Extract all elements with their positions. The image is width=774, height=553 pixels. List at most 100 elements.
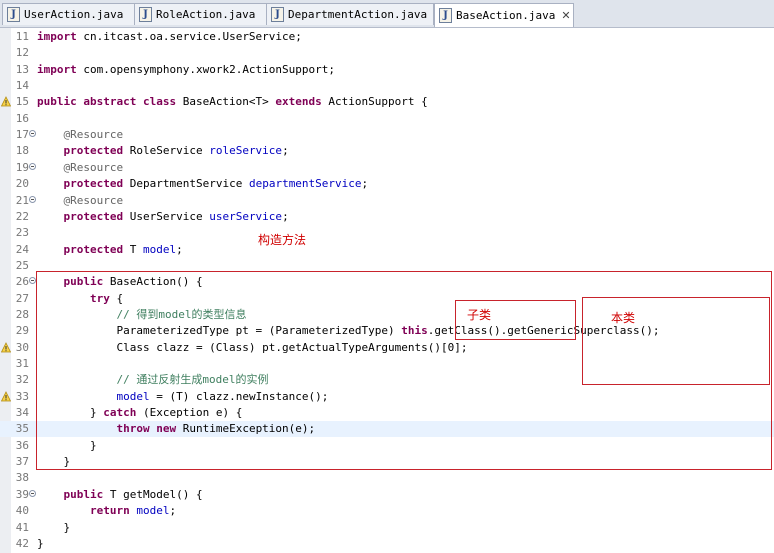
fold-toggle-icon[interactable] bbox=[29, 277, 36, 285]
java-file-icon: J bbox=[7, 7, 20, 22]
subclass-annotation-label: 子类 bbox=[467, 308, 492, 322]
code-line[interactable]: 40 return model; bbox=[0, 503, 774, 519]
code-token: model bbox=[142, 242, 177, 256]
code-token: } bbox=[37, 536, 44, 550]
fold-toggle-icon[interactable] bbox=[29, 195, 36, 203]
code-token: com.opensymphony.xwork2.ActionSupport; bbox=[76, 62, 336, 76]
code-line[interactable]: 22 protected UserService userService; bbox=[0, 209, 774, 225]
close-tab-icon[interactable]: ✕ bbox=[561, 9, 570, 22]
code-token: import bbox=[37, 62, 77, 76]
code-line[interactable]: 13 import com.opensymphony.xwork2.ActionS… bbox=[0, 62, 774, 78]
code-token: protected bbox=[63, 242, 124, 256]
code-line[interactable]: 23 bbox=[0, 225, 774, 241]
tab-departmentaction[interactable]: J DepartmentAction.java bbox=[266, 3, 434, 25]
code-line[interactable]: 11 import cn.itcast.oa.service.UserServic… bbox=[0, 29, 774, 45]
code-line[interactable]: 24 protected T model; bbox=[0, 242, 774, 258]
code-token: public bbox=[63, 487, 104, 501]
code-line[interactable]: 42} bbox=[0, 536, 774, 552]
java-file-icon: J bbox=[271, 7, 284, 22]
java-file-icon: J bbox=[139, 7, 152, 22]
code-token: @Resource bbox=[63, 128, 124, 142]
code-token: ; bbox=[169, 504, 177, 518]
code-token: protected bbox=[63, 209, 124, 223]
code-text: import cn.itcast.oa.service.UserService; bbox=[37, 29, 302, 45]
code-line[interactable]: 14 bbox=[0, 78, 774, 94]
code-token: DepartmentService bbox=[123, 177, 249, 191]
code-line[interactable]: 20 protected DepartmentService departmen… bbox=[0, 176, 774, 192]
tab-label: RoleAction.java bbox=[156, 8, 256, 21]
code-line[interactable]: 41 } bbox=[0, 520, 774, 536]
code-text: protected RoleService roleService; bbox=[37, 143, 289, 159]
code-line[interactable]: 17 @Resource bbox=[0, 127, 774, 143]
tab-roleaction[interactable]: J RoleAction.java bbox=[134, 3, 267, 25]
line-number: 42 bbox=[15, 536, 29, 550]
line-number: 28 bbox=[15, 307, 29, 321]
code-token: protected bbox=[63, 177, 124, 191]
code-text: protected T model; bbox=[37, 242, 183, 258]
fold-toggle-icon[interactable] bbox=[29, 489, 36, 497]
line-number: 23 bbox=[15, 226, 29, 240]
line-number: 39 bbox=[15, 487, 29, 501]
line-number: 34 bbox=[15, 406, 29, 420]
line-number: 26 bbox=[15, 275, 29, 289]
code-text: } bbox=[37, 520, 70, 536]
this-class-annotation-label: 本类 bbox=[611, 311, 636, 325]
fold-toggle-icon[interactable] bbox=[29, 130, 36, 138]
constructor-annotation-label: 构造方法 bbox=[258, 233, 307, 247]
line-number: 41 bbox=[15, 520, 29, 534]
line-number: 14 bbox=[15, 79, 29, 93]
line-number: 40 bbox=[15, 504, 29, 518]
code-token: model bbox=[136, 504, 170, 518]
line-number: 25 bbox=[15, 258, 29, 272]
code-line[interactable]: 12 bbox=[0, 45, 774, 61]
tab-label: DepartmentAction.java bbox=[288, 8, 428, 21]
code-token: ; bbox=[176, 242, 183, 256]
code-line[interactable]: 15 public abstract class BaseAction<T> ex… bbox=[0, 94, 774, 110]
code-line[interactable]: 39 public T getModel() { bbox=[0, 487, 774, 503]
code-token: UserService bbox=[123, 209, 210, 223]
java-file-icon: J bbox=[439, 8, 452, 23]
line-number: 36 bbox=[15, 438, 29, 452]
line-number: 18 bbox=[15, 144, 29, 158]
code-text: public T getModel() { bbox=[37, 487, 203, 503]
line-number: 22 bbox=[15, 209, 29, 223]
fold-toggle-icon[interactable] bbox=[29, 162, 36, 170]
tab-useraction[interactable]: J UserAction.java bbox=[2, 3, 135, 25]
code-line[interactable]: 21 @Resource bbox=[0, 193, 774, 209]
line-number: 37 bbox=[15, 455, 29, 469]
line-number: 33 bbox=[15, 389, 29, 403]
code-text: return model; bbox=[37, 503, 176, 519]
code-text: } bbox=[37, 536, 44, 552]
code-line[interactable]: 38 bbox=[0, 470, 774, 486]
code-token: @Resource bbox=[63, 160, 124, 174]
line-number: 30 bbox=[15, 340, 29, 354]
code-text: @Resource bbox=[37, 127, 124, 143]
code-text: protected DepartmentService departmentSe… bbox=[37, 176, 369, 192]
line-number: 38 bbox=[15, 471, 29, 485]
line-number: 21 bbox=[15, 193, 29, 207]
code-text: import com.opensymphony.xwork2.ActionSup… bbox=[37, 62, 335, 78]
code-token: userService bbox=[209, 209, 283, 223]
tab-label: BaseAction.java bbox=[456, 9, 556, 22]
code-token: BaseAction<T> bbox=[176, 95, 276, 109]
line-number: 20 bbox=[15, 177, 29, 191]
line-number: 31 bbox=[15, 357, 29, 370]
line-number: 35 bbox=[15, 422, 29, 436]
code-text: protected UserService userService; bbox=[37, 209, 289, 225]
code-editor[interactable]: 11 import cn.itcast.oa.service.UserServic… bbox=[0, 28, 774, 553]
code-token: return bbox=[89, 504, 130, 518]
tab-baseaction[interactable]: J BaseAction.java ✕ bbox=[434, 3, 574, 27]
code-token: } bbox=[37, 520, 71, 534]
code-token: roleService bbox=[209, 144, 283, 158]
code-text: @Resource bbox=[37, 160, 124, 176]
code-line[interactable]: 18 protected RoleService roleService; bbox=[0, 143, 774, 159]
code-line[interactable]: 16 bbox=[0, 111, 774, 127]
line-number: 24 bbox=[15, 242, 29, 256]
code-token: departmentService bbox=[248, 177, 362, 191]
code-line[interactable]: 19 @Resource bbox=[0, 160, 774, 176]
line-number: 29 bbox=[15, 324, 29, 338]
